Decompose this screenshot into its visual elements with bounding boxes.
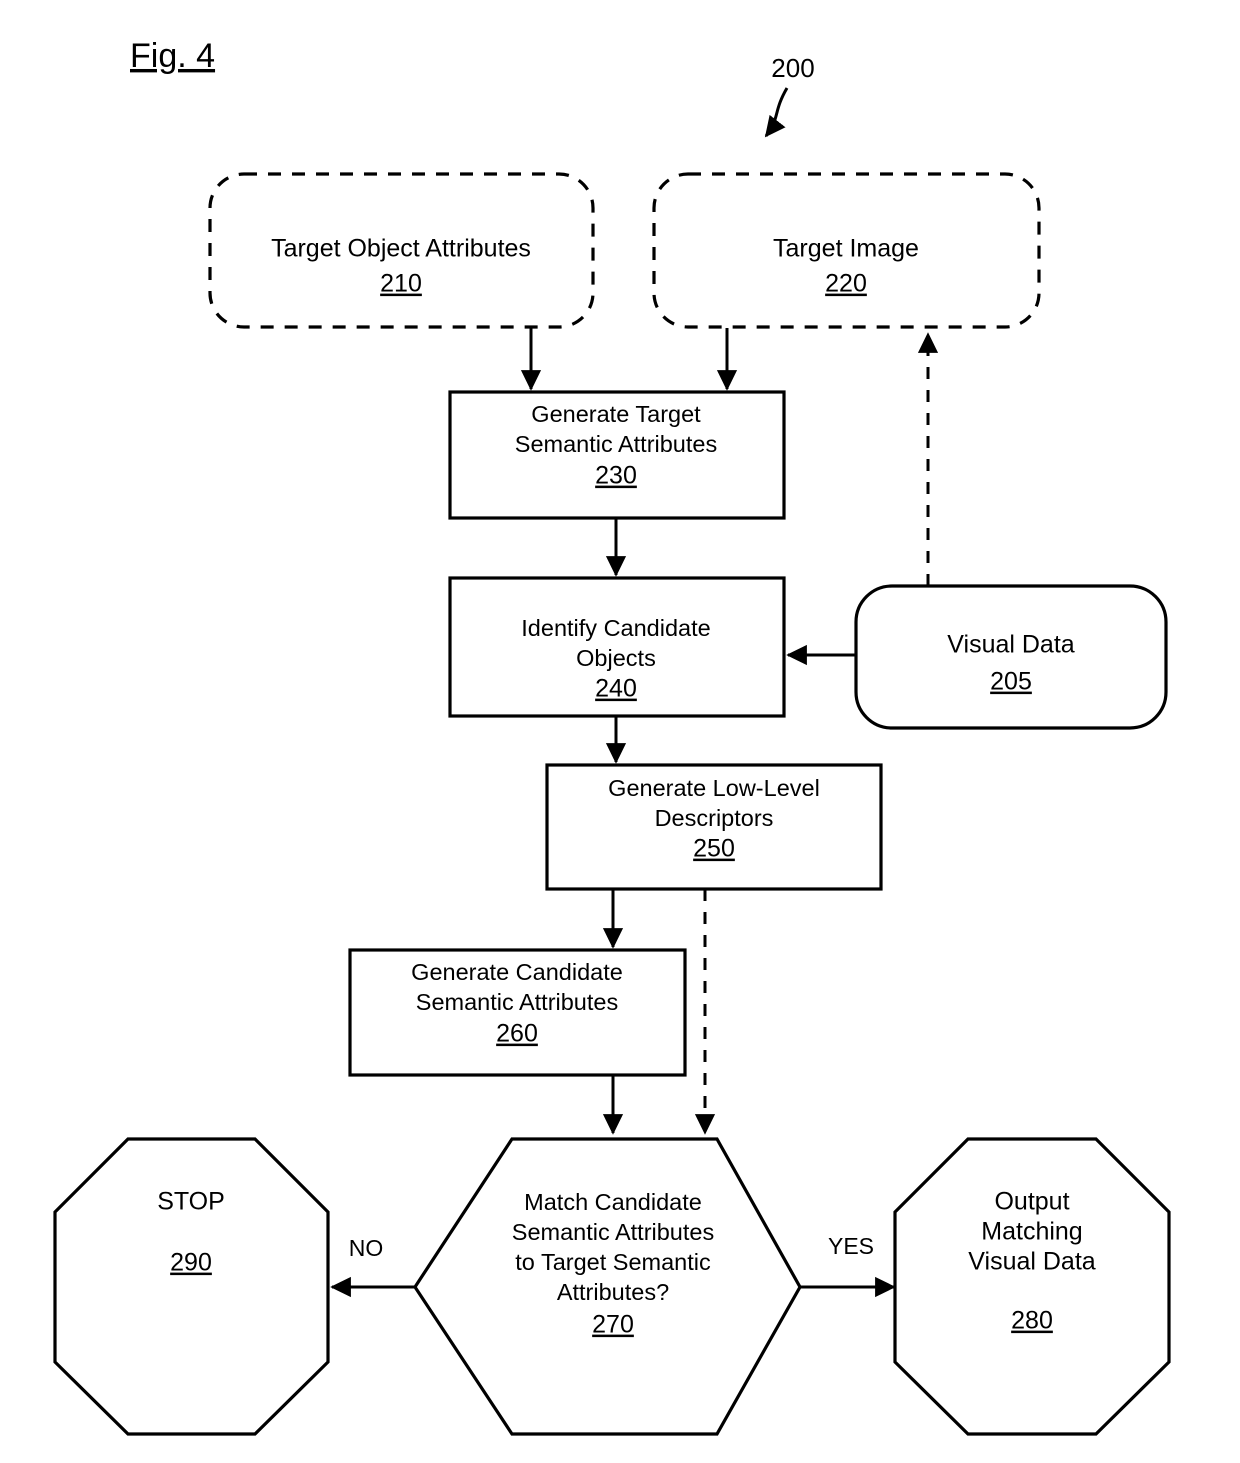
node-generate-target-semantic-attributes-line1: Generate Target — [531, 401, 701, 427]
figure-container: Fig. 4 200 Target Object Attributes 210 … — [0, 0, 1240, 1463]
diagram-reference-leader-arrow — [764, 87, 789, 138]
node-generate-target-semantic-attributes-line2: Semantic Attributes — [515, 431, 717, 457]
node-generate-candidate-semantic-attributes-line2: Semantic Attributes — [416, 989, 618, 1015]
node-generate-low-level-descriptors-ref: 250 — [693, 835, 735, 863]
node-match-decision-line2: Semantic Attributes — [512, 1219, 714, 1245]
edge-label-yes: YES — [828, 1233, 874, 1259]
figure-label: Fig. 4 — [130, 37, 215, 75]
diagram-reference-number: 200 — [771, 53, 814, 83]
node-match-decision-line4: Attributes? — [557, 1279, 669, 1305]
node-match-decision-ref: 270 — [592, 1311, 634, 1339]
node-stop-ref: 290 — [170, 1249, 212, 1277]
node-match-decision-line3: to Target Semantic — [515, 1249, 711, 1275]
node-output-matching-visual-data-line3: Visual Data — [968, 1248, 1095, 1276]
node-output-matching-visual-data — [893, 1137, 1171, 1436]
node-output-matching-visual-data-ref: 280 — [1011, 1307, 1053, 1335]
node-generate-candidate-semantic-attributes-ref: 260 — [496, 1020, 538, 1048]
node-identify-candidate-objects-line2: Objects — [576, 645, 656, 671]
edge-label-no: NO — [349, 1235, 384, 1261]
node-target-object-attributes-line1: Target Object Attributes — [271, 235, 531, 263]
node-target-object-attributes-ref: 210 — [380, 270, 422, 298]
node-visual-data-ref: 205 — [990, 668, 1032, 696]
node-generate-low-level-descriptors-line1: Generate Low-Level — [608, 775, 820, 801]
node-generate-target-semantic-attributes-ref: 230 — [595, 462, 637, 490]
node-stop — [53, 1137, 330, 1436]
node-visual-data-line1: Visual Data — [947, 631, 1074, 659]
node-stop-line1: STOP — [157, 1188, 225, 1216]
node-target-image-ref: 220 — [825, 270, 867, 298]
node-output-matching-visual-data-line2: Matching — [981, 1218, 1082, 1246]
node-generate-candidate-semantic-attributes-line1: Generate Candidate — [411, 959, 623, 985]
node-identify-candidate-objects-ref: 240 — [595, 675, 637, 703]
node-target-image-line1: Target Image — [773, 235, 919, 263]
flowchart-diagram: Fig. 4 200 Target Object Attributes 210 … — [53, 37, 1171, 1436]
node-identify-candidate-objects-line1: Identify Candidate — [521, 615, 710, 641]
node-match-decision-line1: Match Candidate — [524, 1189, 702, 1215]
node-output-matching-visual-data-line1: Output — [994, 1188, 1069, 1216]
node-generate-low-level-descriptors-line2: Descriptors — [655, 805, 774, 831]
